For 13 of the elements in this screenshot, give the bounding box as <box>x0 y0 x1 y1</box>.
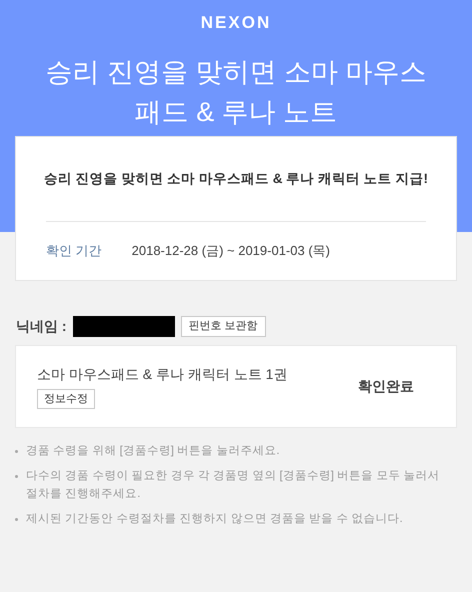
logo: NEXON <box>200 12 272 34</box>
nickname-label: 닉네임 : <box>16 316 67 336</box>
note-text: 다수의 경품 수령이 필요한 경우 각 경품명 옆의 [경품수령] 버튼을 모두 눌러서 절차를 진행해주세요. <box>26 468 441 502</box>
prize-status: 확인완료 <box>358 376 414 396</box>
prize-name: 소마 마우스패드 & 루나 캐릭터 노트 1권 <box>37 364 288 384</box>
note-text: 제시된 기간동안 수령절차를 진행하지 않으면 경품을 받을 수 없습니다. <box>26 512 404 527</box>
period-label: 확인 기간 <box>46 242 102 260</box>
note-text: 경품 수령을 위해 [경품수령] 버튼을 눌러주세요. <box>26 444 281 459</box>
page-title: 승리 진영을 맞히면 소마 마우스 패드 & 루나 노트 <box>44 56 428 129</box>
pin-storage-button[interactable]: 핀번호 보관함 <box>180 316 266 337</box>
period-value: 2018-12-28 (금) ~ 2019-01-03 (목) <box>132 242 330 260</box>
edit-info-button[interactable]: 정보수정 <box>37 388 95 409</box>
headline: 승리 진영을 맞히면 소마 마우스패드 & 루나 캐릭터 노트 지급! <box>44 170 428 188</box>
